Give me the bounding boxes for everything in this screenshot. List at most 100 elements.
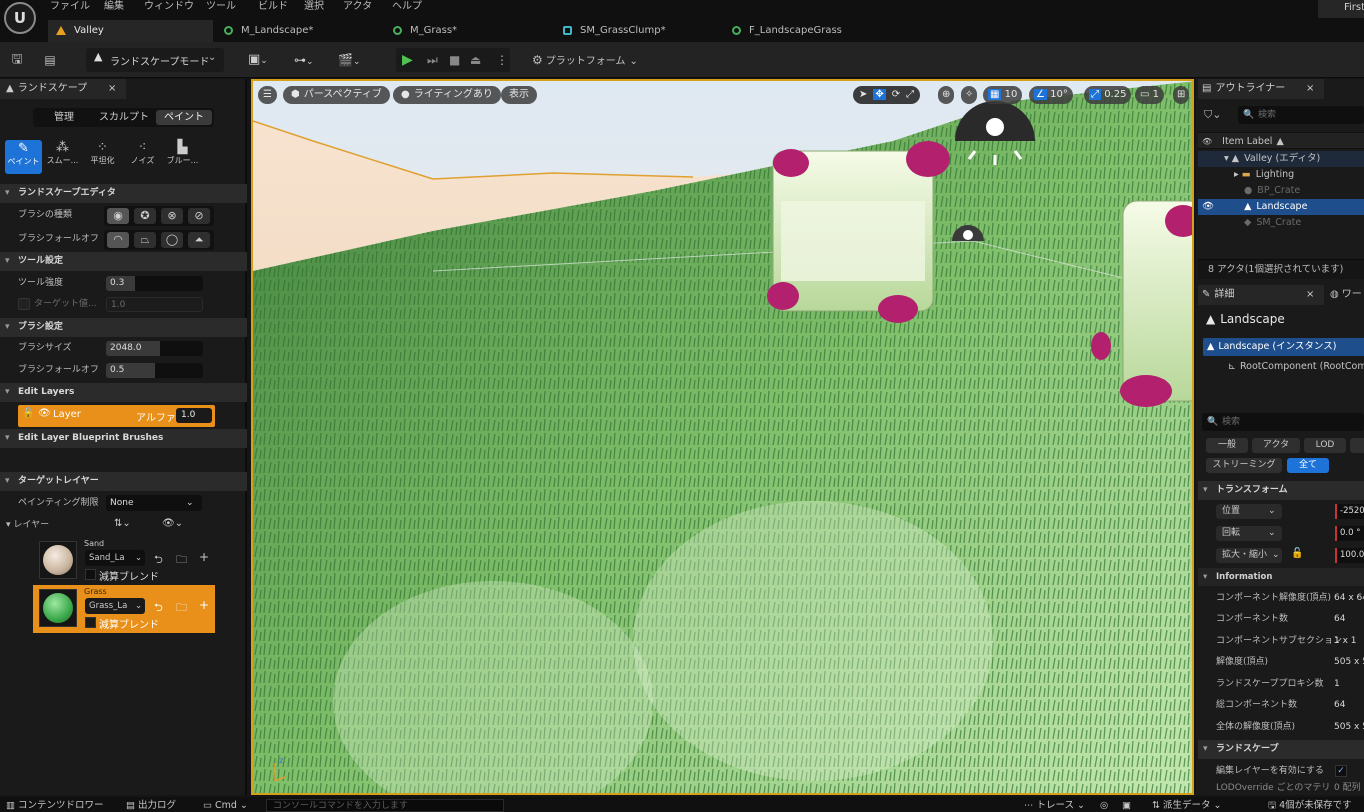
- filter-lod[interactable]: LOD: [1304, 438, 1346, 453]
- cinematics-icon[interactable]: 🎬⌄: [338, 49, 370, 71]
- close-icon[interactable]: ×: [1306, 285, 1314, 305]
- layer-asset-dropdown[interactable]: Sand_La ⌄: [85, 550, 145, 566]
- outliner-item-lighting[interactable]: ▸ ▬ Lighting: [1198, 167, 1364, 183]
- item-label-column[interactable]: Item Label: [1222, 136, 1272, 147]
- outliner-item-sm-crate[interactable]: ◆ SM_Crate: [1198, 215, 1364, 231]
- section-blueprint-brushes[interactable]: Edit Layer Blueprint Brushes: [0, 429, 247, 448]
- component-landscape-instance[interactable]: ▲ Landscape (インスタンス): [1203, 338, 1364, 356]
- tab-manage[interactable]: 管理: [36, 110, 92, 125]
- select-mode-icon[interactable]: ➤: [859, 89, 867, 100]
- close-icon[interactable]: ×: [1306, 79, 1314, 99]
- cmd-button[interactable]: ▭ Cmd ⌄: [203, 800, 248, 812]
- brush-component-icon[interactable]: ⊘: [188, 208, 210, 224]
- filter-all[interactable]: 全て: [1287, 458, 1329, 473]
- scale-x-field[interactable]: 100.0: [1335, 548, 1364, 563]
- brush-alpha-icon[interactable]: ✪: [134, 208, 156, 224]
- revision-icon[interactable]: ▣: [1122, 800, 1131, 812]
- rotation-snap-button[interactable]: ∠ 10°: [1029, 86, 1073, 104]
- filter-actor[interactable]: アクタ: [1252, 438, 1300, 453]
- outliner-item-bp-crate[interactable]: ● BP_Crate: [1198, 183, 1364, 199]
- perspective-button[interactable]: ⬢ パースペクティブ: [283, 86, 390, 104]
- stop-icon[interactable]: ■: [449, 49, 460, 71]
- mode-dropdown[interactable]: ▲ ランドスケープモード ⌄: [86, 48, 224, 72]
- level-viewport[interactable]: z ☰ ⬢ パースペクティブ ● ライティングあり 表示 ➤ ✥ ⟳ ⤢ ⊕ ✧ ▦ 10…: [251, 79, 1194, 795]
- lock-icon[interactable]: 🔓: [1291, 548, 1303, 559]
- world-local-icon[interactable]: ⊕: [938, 86, 955, 104]
- show-button[interactable]: 表示: [501, 86, 537, 104]
- section-edit-layers[interactable]: Edit Layers: [0, 383, 247, 402]
- brush-size-field[interactable]: 2048.0: [106, 341, 203, 356]
- menu-select[interactable]: 選択: [304, 0, 324, 20]
- panel-tab-landscape[interactable]: ▲ ランドスケープ ×: [0, 79, 126, 99]
- target-value-checkbox[interactable]: [18, 298, 30, 310]
- viewport-menu-button[interactable]: ☰: [258, 86, 277, 104]
- lighting-mode-button[interactable]: ● ライティングあり: [393, 86, 501, 104]
- unsaved-assets-button[interactable]: 🖫 4個が未保存です: [1268, 800, 1352, 812]
- menu-build[interactable]: ビルド: [258, 0, 288, 20]
- menu-window[interactable]: ウィンドウ: [144, 0, 194, 20]
- source-control-icon[interactable]: ◎: [1100, 800, 1108, 812]
- layer-row-sand[interactable]: Sand Sand_La ⌄ ⮌ 🗀 + 減算ブレンド: [33, 537, 215, 583]
- lock-icon[interactable]: 🔓: [22, 408, 34, 419]
- unreal-logo-icon[interactable]: U: [4, 2, 36, 34]
- panel-tab-world-settings[interactable]: ◍ ワー: [1330, 285, 1364, 305]
- add-icon[interactable]: +: [199, 598, 209, 612]
- section-tool-settings[interactable]: ツール設定: [0, 252, 247, 271]
- rotation-dropdown[interactable]: 回転 ⌄: [1216, 526, 1282, 541]
- filter-general[interactable]: 一般: [1206, 438, 1248, 453]
- surface-snap-icon[interactable]: ✧: [961, 86, 978, 104]
- tab-sm-grassclump[interactable]: SM_GrassClump*: [563, 20, 666, 42]
- falloff-linear-icon[interactable]: ⏢: [134, 232, 156, 248]
- section-information[interactable]: ▾ Information: [1198, 568, 1364, 586]
- section-target-layers[interactable]: ターゲットレイヤー: [0, 472, 247, 491]
- tab-f-landscapegrass[interactable]: F_LandscapeGrass: [732, 20, 842, 42]
- component-root[interactable]: ⊾ RootComponent (RootCom: [1198, 358, 1364, 376]
- filter-streaming[interactable]: ストリーミング: [1206, 458, 1282, 473]
- sort-icon[interactable]: ⇅⌄: [114, 518, 131, 529]
- step-icon[interactable]: ⏭: [427, 49, 438, 71]
- brush-circle-icon[interactable]: ◉: [107, 208, 129, 224]
- layer-row-grass[interactable]: Grass Grass_La ⌄ ⮌ 🗀 + 減算ブレンド: [33, 585, 215, 633]
- tool-strength-field[interactable]: 0.3: [106, 276, 203, 291]
- outliner-item-landscape[interactable]: 👁 ▲ Landscape: [1198, 199, 1364, 215]
- details-search-input[interactable]: 🔍 検索: [1202, 413, 1364, 431]
- add-icon[interactable]: +: [199, 550, 209, 564]
- menu-tools[interactable]: ツール: [206, 0, 236, 20]
- menu-help[interactable]: ヘルプ: [392, 0, 422, 20]
- panel-tab-outliner[interactable]: ▤ アウトライナー ×: [1198, 79, 1324, 99]
- platform-dropdown[interactable]: ⚙ プラットフォーム ⌄: [532, 49, 638, 71]
- scale-dropdown[interactable]: 拡大・縮小 ⌄: [1216, 548, 1282, 563]
- menu-edit[interactable]: 編集: [104, 0, 124, 20]
- eject-icon[interactable]: ⏏: [470, 49, 481, 71]
- edit-layer-row[interactable]: 🔓 👁 Layer アルファ 1.0: [18, 405, 215, 427]
- tool-flatten[interactable]: ⁘ 平坦化: [84, 140, 121, 174]
- collapse-arrow-icon[interactable]: ▸: [1234, 169, 1239, 180]
- browse-folder-icon[interactable]: 🗀: [176, 599, 187, 618]
- subtractive-blend-checkbox[interactable]: [85, 569, 96, 580]
- section-landscape[interactable]: ▾ ランドスケープ: [1198, 740, 1364, 759]
- trace-button[interactable]: ⋯ トレース ⌄: [1024, 800, 1085, 812]
- falloff-tip-icon[interactable]: ⏶: [188, 232, 210, 248]
- eye-icon[interactable]: 👁: [38, 408, 51, 419]
- blueprint-icon[interactable]: ⊶⌄: [294, 49, 324, 71]
- tab-sculpt[interactable]: スカルプト: [94, 110, 154, 125]
- brush-falloff-field[interactable]: 0.5: [106, 363, 203, 378]
- scale-snap-button[interactable]: ⤢ 0.25: [1084, 86, 1132, 104]
- rotate-icon[interactable]: ⟳: [892, 89, 900, 100]
- falloff-smooth-icon[interactable]: ◠: [107, 232, 129, 248]
- tab-m-landscape[interactable]: M_Landscape*: [224, 20, 313, 42]
- section-brush-settings[interactable]: ブラシ設定: [0, 318, 247, 337]
- subtractive-blend-checkbox[interactable]: [85, 617, 96, 628]
- eye-icon[interactable]: 👁: [1202, 201, 1214, 212]
- filter-icon[interactable]: ⛉⌄: [1204, 108, 1221, 122]
- layer-asset-dropdown[interactable]: Grass_La ⌄: [85, 598, 145, 614]
- tab-paint[interactable]: ペイント: [156, 110, 212, 125]
- tool-noise[interactable]: ⁖ ノイズ: [124, 140, 161, 174]
- tool-paint[interactable]: ✎ ペイント: [5, 140, 42, 174]
- content-drawer-button[interactable]: ▥ コンテンツドロワー: [6, 800, 104, 812]
- outliner-item-valley[interactable]: ▾ ▲ Valley (エディタ): [1198, 151, 1364, 167]
- rotation-x-field[interactable]: 0.0 °: [1335, 526, 1364, 541]
- alpha-value[interactable]: 1.0: [176, 408, 212, 423]
- paint-restriction-dropdown[interactable]: None ⌄: [106, 495, 202, 511]
- add-actor-icon[interactable]: ▣⌄: [248, 49, 278, 71]
